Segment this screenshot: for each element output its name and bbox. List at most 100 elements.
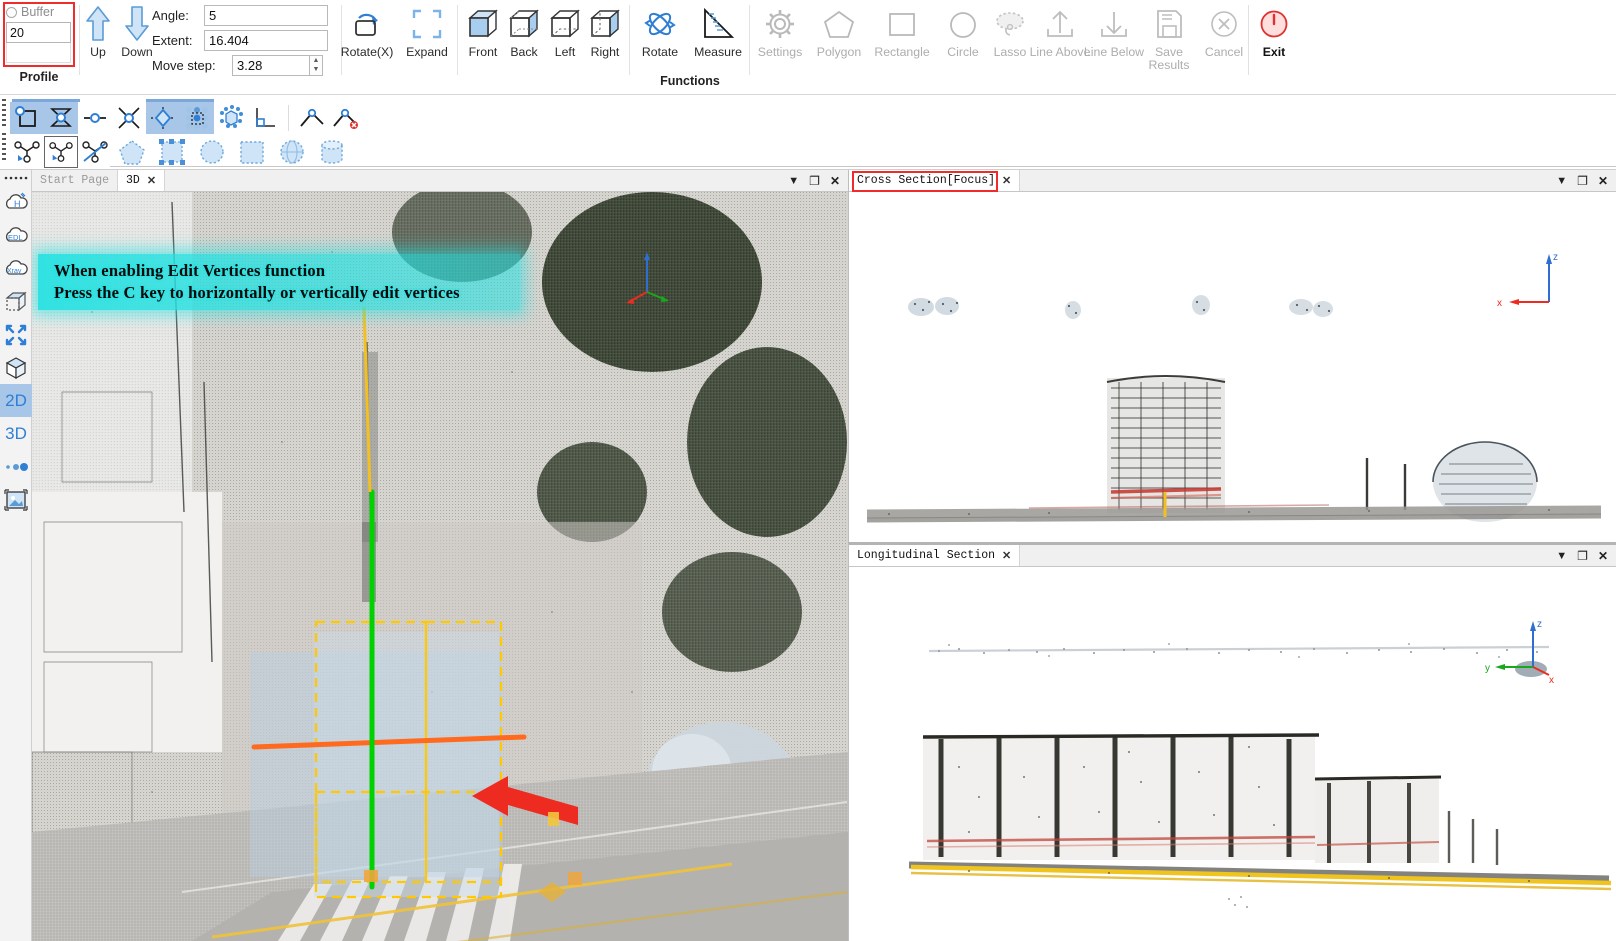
- tabbar-spacer: [165, 170, 781, 191]
- longitudinal-section-canvas[interactable]: z y x: [849, 567, 1616, 941]
- svg-text:y: y: [1485, 663, 1490, 674]
- tab-3d-label: 3D: [126, 174, 140, 187]
- cloud-xray-icon: Xray: [5, 259, 28, 275]
- expand-button[interactable]: Expand: [399, 3, 455, 71]
- select-points-grid-icon[interactable]: [180, 102, 214, 134]
- sidebar-item-height-color[interactable]: H: [0, 186, 32, 219]
- sidebar-item-edl[interactable]: EDL: [0, 219, 32, 252]
- drag-grip-icon[interactable]: [2, 133, 6, 163]
- save-results-button[interactable]: Save Results: [1141, 3, 1197, 71]
- ribbon-divider: [629, 5, 630, 75]
- tab-longitudinal-section-label: Longitudinal Section: [857, 549, 996, 562]
- right-view-button[interactable]: Right: [577, 3, 633, 71]
- toolbar-divider: [288, 105, 289, 131]
- settings-button[interactable]: Settings: [752, 3, 808, 71]
- ribbon-toolbar: Buffer Profile Up Down Angle: Extent: Mo…: [0, 0, 1616, 95]
- restore-window-icon[interactable]: ❐: [809, 175, 820, 187]
- sidebar-item-3d[interactable]: 3D: [0, 417, 32, 450]
- cancel-button[interactable]: Cancel: [1196, 3, 1252, 71]
- sidebar-drag-grip-icon[interactable]: [0, 170, 32, 186]
- point-size-icon: [6, 462, 28, 471]
- chevron-down-icon[interactable]: ▼: [1556, 550, 1567, 561]
- tab-3d[interactable]: 3D ✕: [118, 170, 166, 191]
- rectangle-button[interactable]: Rectangle: [874, 3, 930, 71]
- extent-input[interactable]: [204, 30, 328, 51]
- spinner-down-icon[interactable]: ▼: [313, 66, 320, 73]
- radio-button-icon[interactable]: [6, 6, 17, 18]
- tabbar-spacer: [1020, 545, 1549, 566]
- move-step-spinner[interactable]: ▲ ▼: [310, 55, 323, 76]
- cylinder-shape-icon[interactable]: [312, 136, 352, 168]
- close-icon[interactable]: ✕: [1002, 174, 1011, 188]
- circle-shape-icon[interactable]: [192, 136, 232, 168]
- buffer-input[interactable]: [6, 22, 71, 43]
- polyline-node-icon[interactable]: [10, 136, 44, 168]
- sidebar-item-point-size[interactable]: [0, 450, 32, 483]
- vertex-tool-row-1: [10, 102, 363, 134]
- rotate-x-icon: [350, 3, 384, 45]
- point-cloud-cube-icon[interactable]: [214, 102, 248, 134]
- move-vertex-icon[interactable]: [146, 102, 180, 134]
- close-icon[interactable]: ✕: [1598, 175, 1608, 187]
- tab-cross-section-label: Cross Section[Focus]: [857, 174, 996, 187]
- polygon-label: Polygon: [816, 45, 862, 59]
- measure-button[interactable]: Measure: [690, 3, 746, 71]
- polyline-node-boxed-icon[interactable]: [44, 136, 78, 168]
- buffer-secondary-field[interactable]: [6, 43, 71, 63]
- svg-text:EDL: EDL: [8, 233, 23, 242]
- cross-section-canvas[interactable]: z x: [849, 192, 1616, 542]
- svg-text:z: z: [1537, 619, 1542, 630]
- close-icon[interactable]: ✕: [830, 175, 840, 187]
- axis-gizmo-3d: [626, 252, 669, 304]
- sidebar-item-fit-screen[interactable]: [0, 318, 32, 351]
- sidebar-item-xray[interactable]: Xray: [0, 252, 32, 285]
- longitudinal-section-panel: Longitudinal Section ✕ ▼ ❐ ✕ z y x: [848, 542, 1616, 941]
- line-below-button[interactable]: Line Below: [1084, 3, 1144, 71]
- restore-window-icon[interactable]: ❐: [1577, 550, 1588, 562]
- sidebar-item-2d[interactable]: 2D: [0, 384, 32, 417]
- spinner-up-icon[interactable]: ▲: [313, 57, 320, 64]
- line-above-button[interactable]: Line Above: [1030, 3, 1090, 71]
- lasso-button[interactable]: Lasso: [982, 3, 1038, 71]
- polyline-node-disabled-icon[interactable]: [78, 136, 112, 168]
- rotate-button[interactable]: Rotate: [632, 3, 688, 71]
- square-shape-icon[interactable]: [232, 136, 272, 168]
- polygon-button[interactable]: Polygon: [811, 3, 867, 71]
- tab-start-page[interactable]: Start Page: [32, 170, 119, 191]
- move-step-input[interactable]: [232, 55, 310, 76]
- rotate-x-button[interactable]: Rotate(X): [339, 3, 395, 71]
- view-sidebar: H EDL Xray 2D 3D: [0, 170, 32, 941]
- 3d-view-tabbar: Start Page 3D ✕ ▼ ❐ ✕: [32, 170, 848, 192]
- 3d-point-cloud-canvas[interactable]: When enabling Edit Vertices function Pre…: [32, 192, 848, 941]
- hourglass-vertex-icon[interactable]: [44, 102, 78, 134]
- sidebar-item-image[interactable]: [0, 483, 32, 516]
- pentagon-shape-icon[interactable]: [112, 136, 152, 168]
- add-vertex-icon[interactable]: [295, 102, 329, 134]
- chevron-down-icon[interactable]: ▼: [1556, 175, 1567, 186]
- exit-button[interactable]: Exit: [1246, 3, 1302, 71]
- angle-input[interactable]: [204, 5, 328, 26]
- close-icon[interactable]: ✕: [147, 174, 156, 188]
- delete-vertex-icon[interactable]: [329, 102, 363, 134]
- edge-midpoint-icon[interactable]: [78, 102, 112, 134]
- close-icon[interactable]: ✕: [1002, 549, 1011, 563]
- sidebar-item-bounding-box[interactable]: [0, 285, 32, 318]
- close-icon[interactable]: ✕: [1598, 550, 1608, 562]
- tab-cross-section[interactable]: Cross Section[Focus] ✕: [849, 170, 1021, 191]
- fit-screen-arrows-icon: [5, 324, 27, 345]
- corner-angle-icon[interactable]: [248, 102, 282, 134]
- line-above-icon: [1042, 3, 1078, 45]
- chevron-down-icon[interactable]: ▼: [788, 175, 799, 186]
- sidebar-item-cube-view[interactable]: [0, 351, 32, 384]
- cross-node-icon[interactable]: [112, 102, 146, 134]
- select-rectangle-vertex-icon[interactable]: [10, 102, 44, 134]
- cloud-h-icon: H: [5, 192, 28, 209]
- drag-grip-icon[interactable]: [2, 99, 6, 129]
- tab-longitudinal-section[interactable]: Longitudinal Section ✕: [849, 545, 1021, 566]
- annotation-line-1: When enabling Edit Vertices function: [54, 261, 326, 280]
- square-handles-icon[interactable]: [152, 136, 192, 168]
- buffer-radio-row[interactable]: Buffer: [6, 5, 54, 19]
- measure-ruler-icon: [700, 3, 736, 45]
- sphere-shape-icon[interactable]: [272, 136, 312, 168]
- restore-window-icon[interactable]: ❐: [1577, 175, 1588, 187]
